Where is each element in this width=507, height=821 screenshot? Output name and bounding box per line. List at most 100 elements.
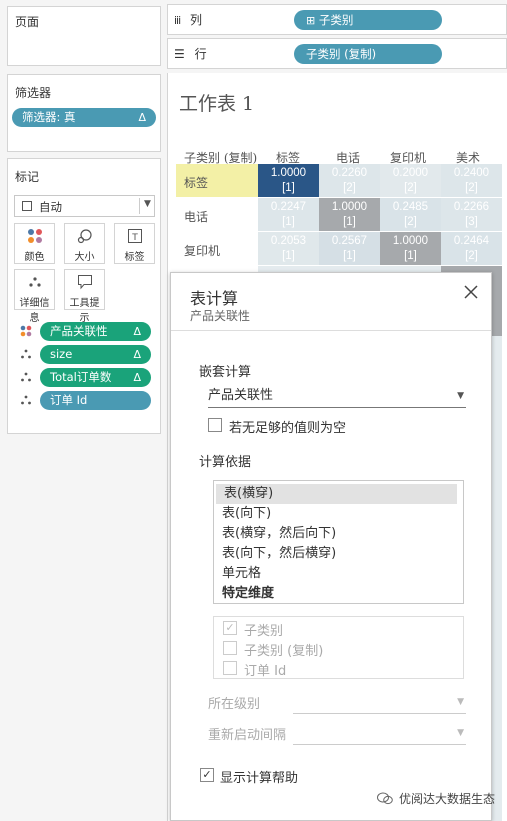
dimension-label: 子类别 (复制): [244, 644, 324, 659]
delta-icon: Δ: [133, 325, 141, 338]
dimension-list: ✓ 子类别 子类别 (复制) 订单 Id: [213, 616, 464, 679]
cell-value: 0.2266: [453, 201, 490, 213]
pages-panel: 页面: [7, 6, 161, 66]
detail-icon: [15, 274, 54, 294]
filter-pill-label: 筛选器: 真: [22, 110, 76, 124]
table-calc-dialog: 表计算 产品关联性 嵌套计算 产品关联性 ▼ 若无足够的值则为空 计算依据 表(…: [170, 272, 492, 821]
dialog-title: 表计算: [190, 289, 239, 308]
cell-rank: [1]: [404, 250, 417, 262]
show-help-checkbox[interactable]: ✓: [200, 768, 214, 782]
matrix-cell[interactable]: 0.2400 [2]: [441, 164, 502, 197]
rows-pill[interactable]: 子类别 (复制): [294, 44, 442, 64]
compute-using-list[interactable]: 表(横穿) 表(向下) 表(横穿，然后向下) 表(向下，然后横穿) 单元格 特定…: [213, 480, 464, 604]
compute-option[interactable]: 特定维度: [214, 584, 463, 604]
cell-value: 1.0000: [392, 235, 429, 247]
matrix-cell[interactable]: 0.2053 [1]: [258, 232, 319, 265]
chevron-down-icon: ▼: [457, 391, 464, 401]
mark-pill-size[interactable]: size Δ: [40, 345, 151, 364]
tooltip-label: 工具提示: [69, 298, 100, 324]
rows-shelf[interactable]: ☰ 行 子类别 (复制): [167, 38, 507, 69]
mark-type-label: 自动: [39, 200, 62, 214]
mark-pill-label: 产品关联性: [50, 324, 108, 338]
cell-rank: [3]: [465, 216, 478, 228]
matrix-cell[interactable]: 1.0000 [1]: [258, 164, 319, 197]
nested-calc-label: 嵌套计算: [199, 365, 252, 380]
cell-rank: [1]: [343, 216, 356, 228]
plus-box-icon: ⊞: [306, 14, 316, 27]
bar-shape-icon: [22, 201, 32, 211]
marks-panel: 标记 自动 ▼ 颜色 大小 T 标签 详细信息 工具提示 产品关联性 Δ siz…: [7, 158, 161, 434]
delta-icon: Δ: [133, 348, 141, 361]
row-header: 复印机: [184, 244, 221, 258]
color-field-icon: [20, 325, 32, 340]
detail-field-icon: [20, 348, 32, 363]
compute-using-label: 计算依据: [199, 455, 252, 470]
dropdown-divider: [139, 198, 140, 214]
matrix-cell[interactable]: 1.0000 [1]: [319, 198, 380, 231]
matrix-cell[interactable]: 0.2464 [2]: [441, 232, 502, 265]
detail-field-icon: [20, 371, 32, 386]
compute-option[interactable]: 表(横穿): [216, 484, 457, 504]
matrix-cell[interactable]: 0.2000 [2]: [380, 164, 441, 197]
cell-rank: [2]: [465, 182, 478, 194]
mark-pill-total-orders[interactable]: Total订单数 Δ: [40, 368, 151, 387]
filter-pill[interactable]: 筛选器: 真 Δ: [12, 108, 156, 127]
matrix-cell[interactable]: 0.2567 [1]: [319, 232, 380, 265]
matrix-cell[interactable]: 0.2260 [2]: [319, 164, 380, 197]
columns-pill[interactable]: ⊞ 子类别: [294, 10, 442, 30]
restart-label: 重新启动间隔: [208, 728, 287, 743]
columns-shelf-label: iii 列: [174, 11, 202, 28]
columns-shelf[interactable]: iii 列 ⊞ 子类别: [167, 4, 507, 35]
matrix-cell[interactable]: 0.2485 [2]: [380, 198, 441, 231]
level-select: ▼: [293, 690, 466, 714]
tooltip-button[interactable]: 工具提示: [64, 269, 105, 324]
mark-pill-order-id[interactable]: 订单 Id: [40, 391, 151, 410]
nested-calc-select[interactable]: 产品关联性 ▼: [208, 384, 466, 408]
text-label-icon: T: [115, 228, 154, 248]
color-label: 颜色: [24, 252, 45, 263]
marks-title: 标记: [15, 170, 40, 184]
compute-option[interactable]: 表(向下，然后横穿): [214, 544, 463, 564]
pages-title: 页面: [15, 15, 40, 29]
null-if-insufficient-checkbox[interactable]: [208, 418, 222, 432]
label-button[interactable]: T 标签: [114, 223, 155, 264]
show-help-label: 显示计算帮助: [220, 771, 299, 786]
cell-value: 0.2053: [270, 235, 307, 247]
close-icon[interactable]: [464, 283, 478, 304]
cell-rank: [2]: [404, 216, 417, 228]
size-button[interactable]: 大小: [64, 223, 105, 264]
cell-rank: [2]: [404, 182, 417, 194]
cell-value: 0.2567: [331, 235, 368, 247]
matrix-cell[interactable]: 1.0000 [1]: [380, 232, 441, 265]
color-icon: [15, 228, 54, 248]
cell-value: 0.2000: [392, 167, 429, 179]
detail-label: 详细信息: [19, 298, 50, 324]
cell-rank: [1]: [282, 182, 295, 194]
filters-panel: 筛选器 筛选器: 真 Δ: [7, 74, 161, 152]
label-label: 标签: [124, 252, 145, 263]
dimension-checkbox: [223, 641, 237, 655]
watermark-text: 优阅达大数据生态: [399, 792, 496, 806]
matrix-cell[interactable]: 0.2266 [3]: [441, 198, 502, 231]
mark-type-dropdown[interactable]: 自动 ▼: [14, 195, 155, 217]
mark-pill-label: Total订单数: [50, 370, 112, 384]
cell-value: 0.2400: [453, 167, 490, 179]
compute-option[interactable]: 单元格: [214, 564, 463, 584]
dimension-checkbox: [223, 661, 237, 675]
mark-pill-affinity[interactable]: 产品关联性 Δ: [40, 322, 151, 341]
cell-value: 0.2247: [270, 201, 307, 213]
rows-pill-label: 子类别 (复制): [306, 47, 377, 61]
cell-value: 0.2464: [453, 235, 490, 247]
restart-select: ▼: [293, 721, 466, 745]
chevron-down-icon: ▼: [457, 697, 464, 707]
rows-shelf-label: ☰ 行: [174, 45, 207, 62]
cell-rank: [2]: [465, 250, 478, 262]
columns-pill-label: 子类别: [318, 13, 354, 27]
compute-option[interactable]: 表(向下): [214, 504, 463, 524]
color-button[interactable]: 颜色: [14, 223, 55, 264]
row-header: 电话: [184, 210, 209, 224]
compute-option[interactable]: 表(横穿，然后向下): [214, 524, 463, 544]
cell-rank: [1]: [282, 216, 295, 228]
detail-button[interactable]: 详细信息: [14, 269, 55, 324]
matrix-cell[interactable]: 0.2247 [1]: [258, 198, 319, 231]
